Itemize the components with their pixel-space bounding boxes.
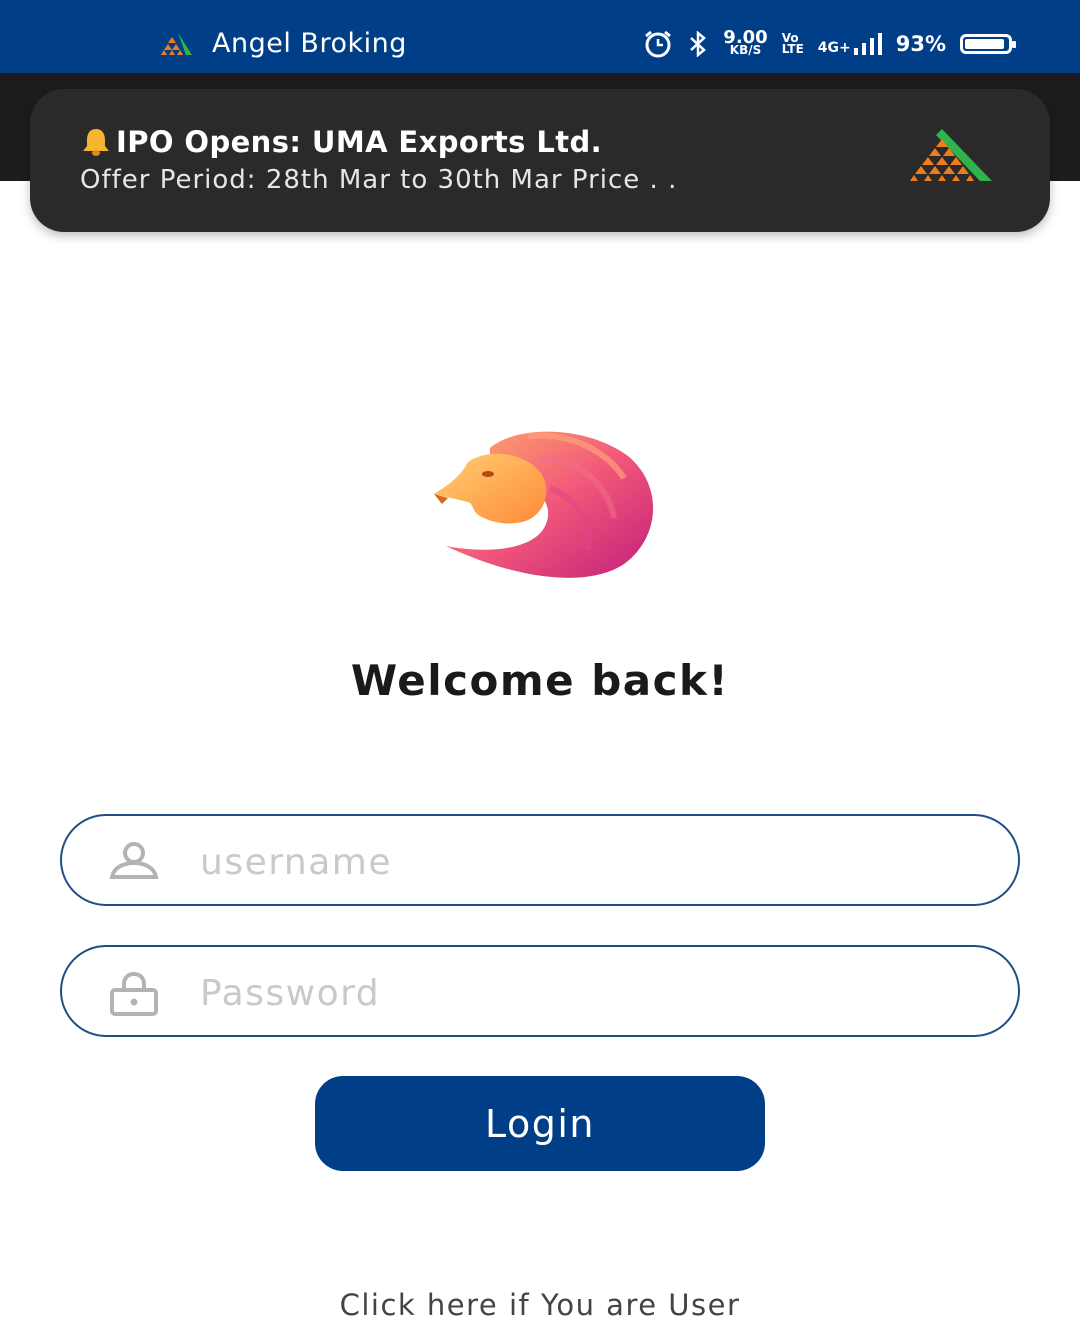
password-field[interactable] bbox=[60, 945, 1020, 1037]
status-icons: 9.00 KB/S Vo LTE 4G+ 93% bbox=[643, 29, 1016, 58]
battery-fill bbox=[965, 39, 1005, 49]
volte-bottom: LTE bbox=[781, 42, 804, 56]
user-icon bbox=[109, 842, 159, 879]
signal-icon bbox=[853, 33, 882, 55]
network-type: 4G+ bbox=[817, 40, 851, 56]
status-app-name: Angel Broking bbox=[212, 28, 407, 59]
alarm-icon bbox=[645, 30, 672, 58]
network-speed: 9.00 KB/S bbox=[723, 29, 767, 57]
lock-icon bbox=[110, 972, 158, 1016]
speed-unit: KB/S bbox=[729, 43, 762, 57]
battery-percent: 93% bbox=[895, 32, 946, 56]
welcome-heading: Welcome back! bbox=[350, 656, 730, 705]
username-field[interactable] bbox=[60, 814, 1020, 906]
angel-broking-logo bbox=[910, 129, 992, 181]
notification-title-row: IPO Opens: UMA Exports Ltd. bbox=[80, 125, 602, 159]
bell-icon bbox=[83, 129, 109, 156]
volte-indicator: Vo LTE bbox=[781, 32, 804, 56]
angel-broking-app-icon bbox=[161, 33, 192, 55]
username-input[interactable] bbox=[198, 826, 982, 898]
user-mode-link[interactable]: Click here if You are User bbox=[0, 1288, 1080, 1322]
notification-body: Offer Period: 28th Mar to 30th Mar Price… bbox=[80, 165, 678, 195]
password-input[interactable] bbox=[198, 957, 982, 1029]
signal-indicator: 4G+ bbox=[818, 33, 882, 55]
battery-icon bbox=[960, 34, 1016, 54]
login-button[interactable]: Login bbox=[315, 1076, 765, 1171]
bluetooth-icon bbox=[690, 31, 707, 57]
lion-logo bbox=[434, 431, 654, 578]
ipo-notification[interactable]: IPO Opens: UMA Exports Ltd. Offer Period… bbox=[30, 89, 1050, 232]
status-bar: Angel Broking 9.00 KB/S Vo LTE 4G+ 93% bbox=[0, 0, 1080, 73]
notification-title: IPO Opens: UMA Exports Ltd. bbox=[116, 125, 603, 159]
